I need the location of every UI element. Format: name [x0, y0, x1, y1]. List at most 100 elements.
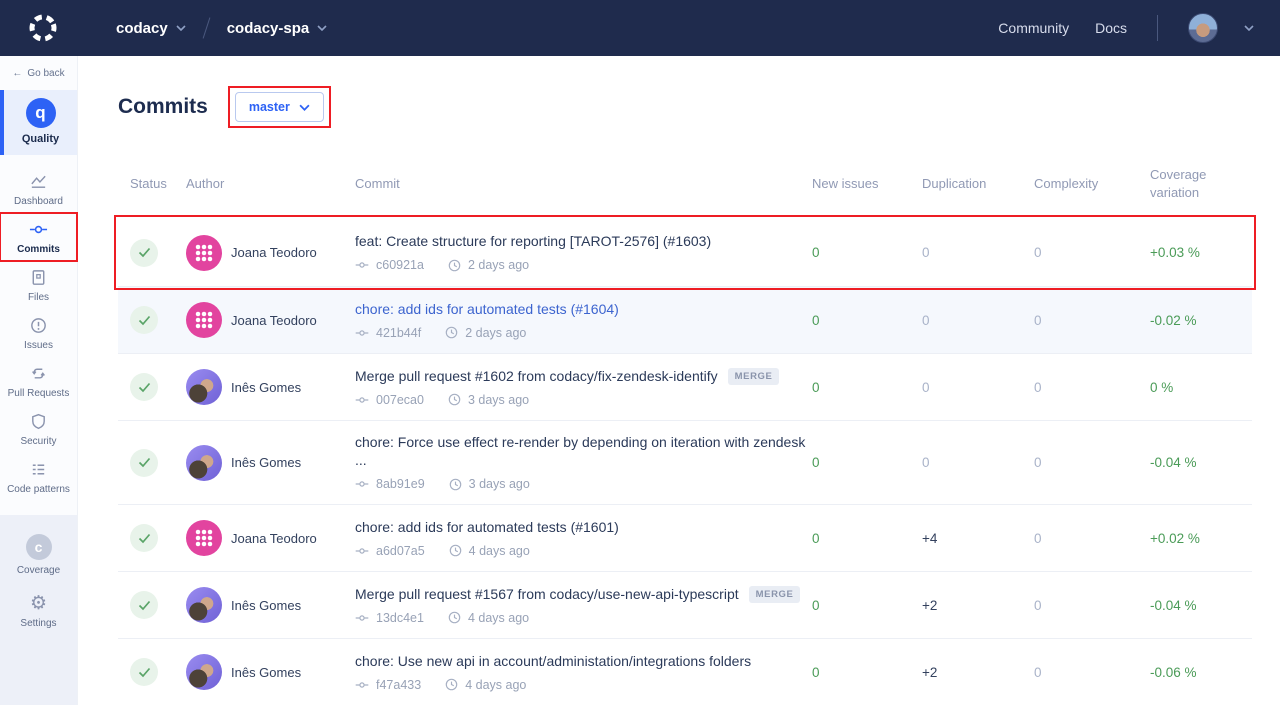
- repo-selector[interactable]: codacy-spa: [227, 20, 328, 37]
- table-row[interactable]: Joana Teodoro feat: Create structure for…: [118, 219, 1252, 286]
- commit-hash-icon: [355, 258, 369, 272]
- community-link[interactable]: Community: [998, 20, 1069, 36]
- commit-hash-icon: [355, 678, 369, 692]
- breadcrumb: codacy codacy-spa: [116, 17, 327, 39]
- new-issues-value: 0: [812, 380, 922, 395]
- commit-time: 2 days ago: [465, 326, 526, 340]
- author-avatar: [186, 369, 222, 405]
- commit-title-link[interactable]: Merge pull request #1567 from codacy/use…: [355, 586, 739, 602]
- commit-time: 2 days ago: [468, 258, 529, 272]
- complexity-value: 0: [1034, 313, 1150, 328]
- pull-requests-icon: [29, 364, 48, 383]
- commit-title-link[interactable]: chore: Force use effect re-render by dep…: [355, 434, 805, 468]
- clock-icon: [445, 678, 458, 691]
- docs-link[interactable]: Docs: [1095, 20, 1127, 36]
- table-row[interactable]: Inês Gomes chore: Force use effect re-re…: [118, 420, 1252, 504]
- author-avatar: [186, 654, 222, 690]
- table-row[interactable]: Inês Gomes Merge pull request #1567 from…: [118, 571, 1252, 638]
- user-menu-chevron-down-icon[interactable]: [1244, 25, 1254, 31]
- coverage-variation-value: -0.04 %: [1150, 598, 1252, 613]
- status-success-icon: [130, 658, 158, 686]
- commit-hash[interactable]: a6d07a5: [376, 544, 425, 558]
- branch-selector-button[interactable]: master: [235, 92, 324, 122]
- commit-hash[interactable]: c60921a: [376, 258, 424, 272]
- new-issues-value: 0: [812, 598, 922, 613]
- complexity-value: 0: [1034, 598, 1150, 613]
- sidebar-item-pull-requests[interactable]: Pull Requests: [0, 357, 77, 405]
- coverage-variation-value: -0.06 %: [1150, 665, 1252, 680]
- duplication-value: 0: [922, 455, 1034, 470]
- duplication-value: 0: [922, 313, 1034, 328]
- table-row[interactable]: Inês Gomes chore: Use new api in account…: [118, 638, 1252, 705]
- back-arrow-icon: ←: [12, 68, 22, 79]
- complexity-value: 0: [1034, 531, 1150, 546]
- sidebar-item-settings[interactable]: ⚙ Settings: [0, 583, 77, 639]
- page-title: Commits: [118, 95, 208, 119]
- coverage-variation-value: +0.02 %: [1150, 531, 1252, 546]
- duplication-value: +4: [922, 531, 1034, 546]
- status-success-icon: [130, 449, 158, 477]
- column-header-commit: Commit: [342, 176, 812, 191]
- sidebar-item-code-patterns[interactable]: Code patterns: [0, 453, 77, 501]
- author-name: Joana Teodoro: [231, 313, 317, 328]
- product-label: Quality: [22, 133, 59, 145]
- commit-title-link[interactable]: chore: Use new api in account/administat…: [355, 653, 751, 669]
- table-row[interactable]: Joana Teodoro chore: add ids for automat…: [118, 504, 1252, 571]
- org-name: codacy: [116, 20, 168, 37]
- commit-title-link[interactable]: chore: add ids for automated tests (#160…: [355, 301, 619, 317]
- status-success-icon: [130, 306, 158, 334]
- clock-icon: [448, 611, 461, 624]
- table-row[interactable]: Joana Teodoro chore: add ids for automat…: [118, 286, 1252, 353]
- commit-time: 3 days ago: [469, 477, 530, 491]
- author-avatar: [186, 445, 222, 481]
- go-back-button[interactable]: ← Go back: [0, 56, 77, 90]
- commit-hash-icon: [355, 477, 369, 491]
- commit-time: 3 days ago: [468, 393, 529, 407]
- sidebar-item-files[interactable]: Files: [0, 261, 77, 309]
- coverage-icon: c: [26, 534, 52, 560]
- column-header-author: Author: [174, 176, 342, 191]
- codacy-logo-icon[interactable]: [26, 11, 60, 45]
- commit-hash[interactable]: 8ab91e9: [376, 477, 425, 491]
- chevron-down-icon: [299, 104, 310, 111]
- branch-selector-annotation: master: [228, 86, 331, 128]
- clock-icon: [445, 326, 458, 339]
- clock-icon: [448, 259, 461, 272]
- commit-hash[interactable]: 13dc4e1: [376, 611, 424, 625]
- commit-title-link[interactable]: Merge pull request #1602 from codacy/fix…: [355, 368, 718, 384]
- author-name: Inês Gomes: [231, 455, 301, 470]
- sidebar-secondary: c Coverage ⚙ Settings: [0, 515, 77, 705]
- merge-badge: MERGE: [728, 368, 780, 385]
- duplication-value: 0: [922, 380, 1034, 395]
- gear-icon: ⚙: [30, 593, 47, 613]
- author-avatar: [186, 587, 222, 623]
- commit-hash[interactable]: 421b44f: [376, 326, 421, 340]
- commit-hash-icon: [355, 544, 369, 558]
- author-name: Inês Gomes: [231, 380, 301, 395]
- column-header-status: Status: [118, 176, 174, 191]
- commit-hash[interactable]: 007eca0: [376, 393, 424, 407]
- table-row[interactable]: Inês Gomes Merge pull request #1602 from…: [118, 353, 1252, 420]
- commit-title-link[interactable]: feat: Create structure for reporting [TA…: [355, 233, 711, 249]
- user-avatar[interactable]: [1188, 13, 1218, 43]
- sidebar-item-commits[interactable]: Commits: [0, 213, 77, 261]
- chevron-down-icon: [176, 25, 186, 31]
- org-selector[interactable]: codacy: [116, 20, 186, 37]
- commit-title-link[interactable]: chore: add ids for automated tests (#160…: [355, 519, 619, 535]
- chevron-down-icon: [317, 25, 327, 31]
- coverage-variation-value: 0 %: [1150, 380, 1252, 395]
- sidebar-item-coverage[interactable]: c Coverage: [0, 527, 77, 583]
- product-quality[interactable]: q Quality: [0, 90, 77, 155]
- code-patterns-icon: [29, 460, 48, 479]
- sidebar-item-security[interactable]: Security: [0, 405, 77, 453]
- clock-icon: [449, 544, 462, 557]
- commits-table: Status Author Commit New issues Duplicat…: [118, 152, 1252, 705]
- sidebar-item-dashboard[interactable]: Dashboard: [0, 165, 77, 213]
- author-avatar: [186, 520, 222, 556]
- issues-icon: [29, 316, 48, 335]
- clock-icon: [449, 478, 462, 491]
- sidebar: ← Go back q Quality Dashboard Commits Fi…: [0, 56, 78, 705]
- sidebar-item-issues[interactable]: Issues: [0, 309, 77, 357]
- dashboard-icon: [29, 172, 48, 191]
- commit-hash[interactable]: f47a433: [376, 678, 421, 692]
